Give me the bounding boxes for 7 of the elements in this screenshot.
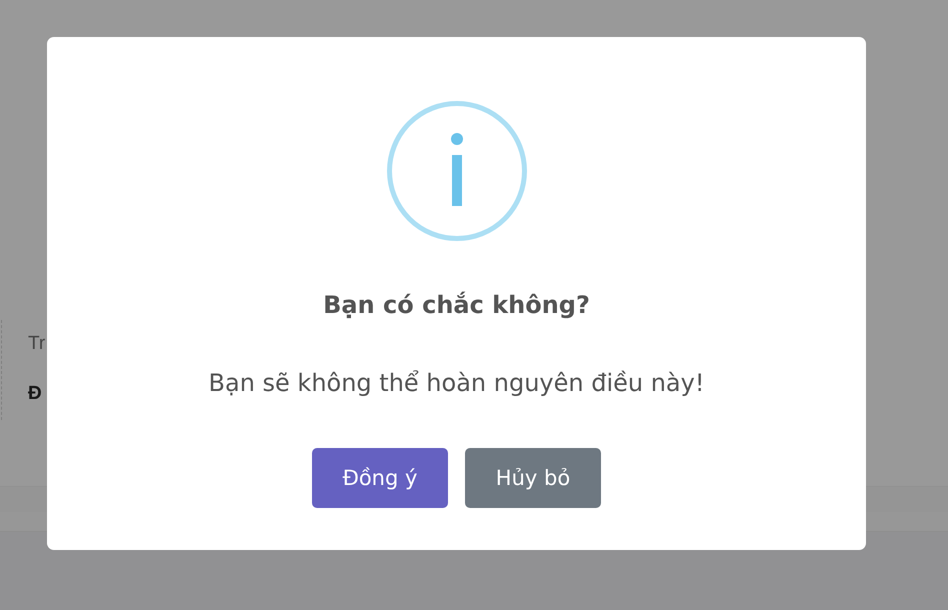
dialog-title: Bạn có chắc không?: [323, 290, 590, 321]
cancel-button[interactable]: Hủy bỏ: [465, 448, 601, 508]
info-icon: [386, 101, 526, 241]
dialog-message: Bạn sẽ không thể hoàn nguyên điều này!: [208, 368, 704, 399]
field-label: Tr: [28, 332, 46, 356]
field-value: Đ: [28, 382, 42, 406]
confirm-button[interactable]: Đồng ý: [312, 448, 448, 508]
